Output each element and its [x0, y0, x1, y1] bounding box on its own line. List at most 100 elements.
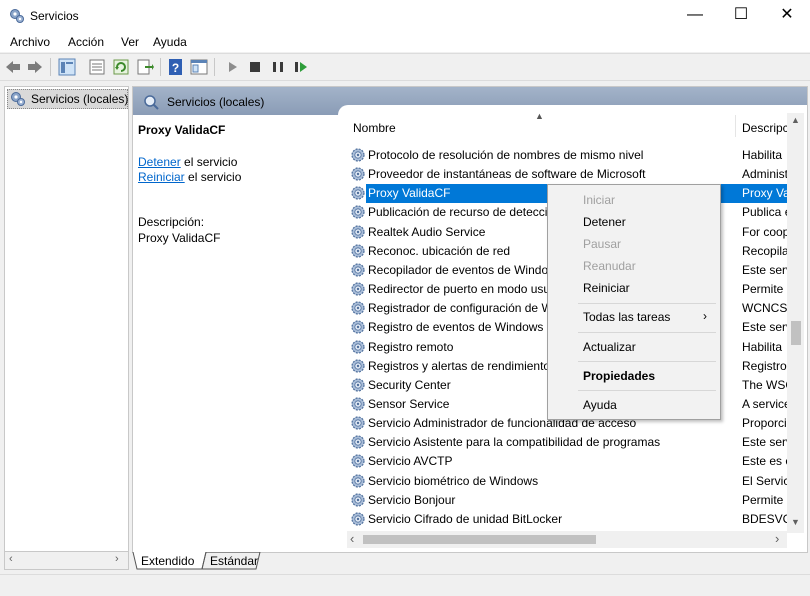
service-gear-icon [350, 147, 366, 163]
services-gear-icon [10, 9, 24, 23]
service-name: Sensor Service [368, 396, 450, 411]
table-row[interactable]: Servicio Asistente para la compatibilida… [347, 433, 803, 452]
service-gear-icon [350, 243, 366, 259]
pane-header-title: Servicios (locales) [167, 95, 265, 109]
service-description: Este serv [742, 262, 793, 277]
service-gear-icon [350, 473, 366, 489]
refresh-icon[interactable] [112, 58, 130, 76]
menu-item-restart[interactable]: Reiniciar [583, 281, 630, 295]
service-name: Servicio Bonjour [368, 492, 456, 507]
menu-accion[interactable]: Acción [68, 35, 104, 49]
menu-item-stop[interactable]: Detener [583, 215, 626, 229]
tree-horizontal-scrollbar[interactable]: ‹ › [4, 551, 129, 570]
tree-item-services-local[interactable]: Servicios (locales) [7, 89, 128, 109]
service-name: Registro de eventos de Windows [368, 320, 544, 335]
service-gear-icon [350, 396, 366, 412]
maximize-button[interactable]: ☐ [718, 0, 764, 32]
vertical-scroll-thumb[interactable] [791, 321, 801, 345]
service-gear-icon [350, 511, 366, 527]
restart-service-link[interactable]: Reiniciar [138, 170, 185, 184]
description-text: Proxy ValidaCF [138, 231, 221, 245]
service-name: Proxy ValidaCF [368, 186, 451, 201]
show-hide-pane-icon[interactable] [190, 58, 208, 76]
service-description: Este serv [742, 320, 793, 335]
service-gear-icon [350, 492, 366, 508]
selected-service-title: Proxy ValidaCF [138, 123, 226, 137]
sort-ascending-icon: ▲ [535, 113, 544, 121]
menu-separator [578, 390, 716, 391]
scroll-right-arrow-icon[interactable]: › [115, 553, 119, 565]
service-name: Proveedor de instantáneas de software de… [368, 167, 646, 182]
scroll-left-arrow-icon[interactable]: ‹ [9, 553, 13, 565]
properties-list-icon[interactable] [88, 58, 106, 76]
column-separator[interactable] [735, 115, 736, 137]
service-gear-icon [350, 434, 366, 450]
forward-arrow-icon[interactable] [26, 58, 44, 76]
stop-service-icon[interactable] [246, 58, 264, 76]
export-list-icon[interactable] [136, 58, 154, 76]
title-bar: Servicios — ☐ ✕ [0, 0, 810, 32]
table-row[interactable]: Servicio biométrico de Windows El Servici [347, 472, 803, 491]
service-name: Registrador de configuración de W [368, 301, 553, 316]
service-gear-icon [350, 224, 366, 240]
service-description: Permite [742, 492, 784, 507]
table-row[interactable]: Servicio AVCTP Este es e [347, 452, 803, 471]
list-vertical-scrollbar[interactable]: ▲ ▼ [787, 113, 804, 533]
menu-item-refresh[interactable]: Actualizar [583, 340, 636, 354]
horizontal-scroll-thumb[interactable] [363, 535, 596, 544]
help-icon[interactable]: ? [167, 58, 185, 76]
tab-estandar[interactable]: Estándar [210, 554, 258, 568]
service-description: BDESVC [742, 511, 792, 526]
table-row[interactable]: Proveedor de instantáneas de software de… [347, 165, 803, 184]
service-name: Realtek Audio Service [368, 224, 486, 239]
window-title: Servicios [30, 9, 79, 23]
menu-item-resume[interactable]: Reanudar [583, 259, 636, 273]
tab-extendido[interactable]: Extendido [141, 554, 194, 568]
menu-item-properties[interactable]: Propiedades [583, 369, 655, 383]
column-header-name[interactable]: Nombre [353, 121, 396, 135]
tree-item-label: Servicios (locales) [31, 92, 129, 106]
close-button[interactable]: ✕ [764, 0, 810, 32]
scroll-up-arrow-icon[interactable]: ▲ [791, 115, 800, 125]
column-header-description[interactable]: Descripc [742, 121, 789, 135]
scroll-down-arrow-icon[interactable]: ▼ [791, 517, 800, 527]
svg-text:?: ? [172, 61, 179, 75]
service-gear-icon [350, 300, 366, 316]
start-service-icon[interactable] [224, 58, 242, 76]
list-horizontal-scrollbar[interactable]: ‹ › [347, 531, 787, 548]
menu-ver[interactable]: Ver [121, 35, 139, 49]
toolbar-separator [50, 58, 51, 76]
table-row[interactable]: Servicio Cifrado de unidad BitLocker BDES… [347, 510, 803, 529]
submenu-arrow-icon: › [703, 309, 707, 323]
pause-service-icon[interactable] [269, 58, 287, 76]
pane-header: Servicios (locales) [133, 87, 807, 117]
restart-service-icon[interactable] [292, 58, 310, 76]
menu-item-help[interactable]: Ayuda [583, 398, 617, 412]
console-tree-icon[interactable] [58, 58, 76, 76]
menu-item-pause[interactable]: Pausar [583, 237, 621, 251]
table-row[interactable]: Servicio Bonjour Permite [347, 491, 803, 510]
service-name: Protocolo de resolución de nombres de mi… [368, 148, 644, 162]
service-name: Servicio Cifrado de unidad BitLocker [368, 511, 563, 526]
service-gear-icon [350, 166, 366, 182]
service-description: Proxy Va [742, 186, 790, 201]
service-name: Registros y alertas de rendimiento [368, 358, 551, 373]
service-description: Publica e [742, 205, 792, 220]
service-name: Publicación de recurso de detecci [368, 205, 548, 220]
menu-item-all-tasks[interactable]: Todas las tareas [583, 310, 670, 324]
service-gear-icon [350, 339, 366, 355]
scroll-right-arrow-icon[interactable]: › [775, 531, 779, 546]
scroll-left-arrow-icon[interactable]: ‹ [350, 531, 354, 546]
service-gear-icon [350, 377, 366, 393]
menu-archivo[interactable]: Archivo [10, 35, 50, 49]
service-gear-icon [350, 185, 366, 201]
view-tabs: Extendido Estándar [132, 552, 806, 570]
back-arrow-icon[interactable] [4, 58, 22, 76]
stop-service-link[interactable]: Detener [138, 155, 181, 169]
table-row[interactable]: Protocolo de resolución de nombres de mi… [347, 146, 803, 165]
minimize-button[interactable]: — [672, 0, 718, 32]
service-description: Permite [742, 282, 784, 297]
menu-ayuda[interactable]: Ayuda [153, 35, 187, 49]
menu-item-start[interactable]: Iniciar [583, 193, 615, 207]
menu-bar: Archivo Acción Ver Ayuda [0, 32, 810, 52]
